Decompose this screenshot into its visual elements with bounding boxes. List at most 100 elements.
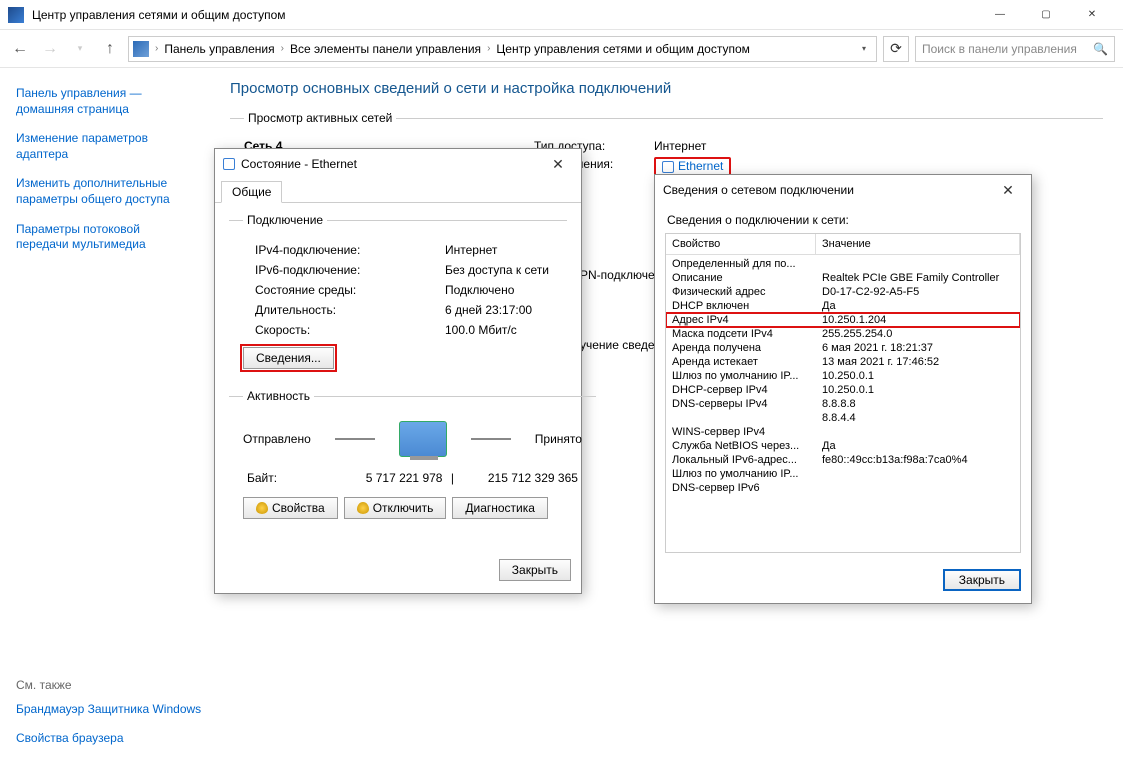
- col-value[interactable]: Значение: [816, 234, 1020, 254]
- details-close-button[interactable]: Закрыть: [943, 569, 1021, 591]
- value-cell: fe80::49cc:b13a:f98a:7ca0%4: [822, 454, 1014, 466]
- media-state-label: Состояние среды:: [255, 283, 445, 297]
- ipv6-value: Без доступа к сети: [445, 263, 549, 277]
- search-input[interactable]: Поиск в панели управления 🔍: [915, 36, 1115, 62]
- property-cell: WINS-сервер IPv4: [672, 426, 822, 438]
- table-row[interactable]: Служба NetBIOS через...Да: [666, 439, 1020, 453]
- search-icon: 🔍: [1093, 42, 1108, 56]
- status-close-icon[interactable]: ✕: [543, 156, 573, 173]
- table-row[interactable]: Определенный для по...: [666, 257, 1020, 271]
- sidebar-item-adapter-settings[interactable]: Изменение параметров адаптера: [16, 131, 194, 162]
- properties-button[interactable]: Свойства: [243, 497, 338, 519]
- tab-general[interactable]: Общие: [221, 181, 282, 203]
- details-button[interactable]: Сведения...: [243, 347, 334, 369]
- table-row[interactable]: Шлюз по умолчанию IP...10.250.0.1: [666, 369, 1020, 383]
- table-row[interactable]: Адрес IPv410.250.1.204: [666, 313, 1020, 327]
- sidebar-item-home[interactable]: Панель управления — домашняя страница: [16, 86, 194, 117]
- table-row[interactable]: DNS-сервер IPv6: [666, 481, 1020, 495]
- table-row[interactable]: DNS-серверы IPv48.8.8.8: [666, 397, 1020, 411]
- value-cell: 10.250.1.204: [822, 314, 1014, 326]
- property-cell: Адрес IPv4: [672, 314, 822, 326]
- disable-button[interactable]: Отключить: [344, 497, 447, 519]
- property-cell: Описание: [672, 272, 822, 284]
- table-row[interactable]: WINS-сервер IPv4: [666, 425, 1020, 439]
- control-panel-icon: [133, 41, 149, 57]
- property-cell: Шлюз по умолчанию IP...: [672, 370, 822, 382]
- speed-label: Скорость:: [255, 323, 445, 337]
- maximize-button[interactable]: ▢: [1023, 0, 1069, 30]
- value-cell: 255.255.254.0: [822, 328, 1014, 340]
- value-cell: Realtek PCIe GBE Family Controller: [822, 272, 1014, 284]
- value-cell: [822, 482, 1014, 494]
- sidebar-item-media-streaming[interactable]: Параметры потоковой передачи мультимедиа: [16, 222, 194, 253]
- ethernet-link-label[interactable]: Ethernet: [678, 159, 723, 175]
- details-caption: Сведения о подключении к сети:: [655, 205, 1031, 227]
- see-also-browser-props[interactable]: Свойства браузера: [16, 731, 201, 747]
- table-row[interactable]: Аренда получена6 мая 2021 г. 18:21:37: [666, 341, 1020, 355]
- value-cell: [822, 426, 1014, 438]
- titlebar: Центр управления сетями и общим доступом…: [0, 0, 1123, 30]
- network-center-icon: [8, 7, 24, 23]
- status-close-button[interactable]: Закрыть: [499, 559, 571, 581]
- shield-icon: [357, 502, 369, 514]
- page-title: Просмотр основных сведений о сети и наст…: [230, 80, 1103, 97]
- value-cell: Да: [822, 440, 1014, 452]
- breadcrumb-item[interactable]: Все элементы панели управления: [290, 42, 481, 56]
- diagnostics-button[interactable]: Диагностика: [452, 497, 548, 519]
- sidebar-item-advanced-sharing[interactable]: Изменить дополнительные параметры общего…: [16, 176, 194, 207]
- value-cell: [822, 468, 1014, 480]
- active-networks-legend: Просмотр активных сетей: [244, 111, 396, 125]
- property-cell: Маска подсети IPv4: [672, 328, 822, 340]
- value-cell: Да: [822, 300, 1014, 312]
- bytes-sent-value: 5 717 221 978: [327, 471, 442, 485]
- nav-back-button[interactable]: ←: [8, 37, 32, 61]
- ipv4-value: Интернет: [445, 243, 549, 257]
- search-placeholder: Поиск в панели управления: [922, 42, 1077, 56]
- table-row[interactable]: Шлюз по умолчанию IP...: [666, 467, 1020, 481]
- table-row[interactable]: DHCP включенДа: [666, 299, 1020, 313]
- speed-value: 100.0 Мбит/с: [445, 323, 549, 337]
- ipv6-label: IPv6-подключение:: [255, 263, 445, 277]
- duration-value: 6 дней 23:17:00: [445, 303, 549, 317]
- col-property[interactable]: Свойство: [666, 234, 816, 254]
- table-row[interactable]: Физический адресD0-17-C2-92-A5-F5: [666, 285, 1020, 299]
- table-row[interactable]: ОписаниеRealtek PCIe GBE Family Controll…: [666, 271, 1020, 285]
- table-row[interactable]: Локальный IPv6-адрес...fe80::49cc:b13a:f…: [666, 453, 1020, 467]
- details-table: Свойство Значение Определенный для по...…: [665, 233, 1021, 553]
- see-also-firewall[interactable]: Брандмауэр Защитника Windows: [16, 702, 201, 718]
- duration-label: Длительность:: [255, 303, 445, 317]
- property-cell: Аренда истекает: [672, 356, 822, 368]
- details-dialog: Сведения о сетевом подключении ✕ Сведени…: [654, 174, 1032, 604]
- value-cell: D0-17-C2-92-A5-F5: [822, 286, 1014, 298]
- breadcrumb[interactable]: › Панель управления › Все элементы панел…: [128, 36, 877, 62]
- value-cell: 6 мая 2021 г. 18:21:37: [822, 342, 1014, 354]
- breadcrumb-item[interactable]: Центр управления сетями и общим доступом: [496, 42, 750, 56]
- value-cell: 10.250.0.1: [822, 384, 1014, 396]
- media-state-value: Подключено: [445, 283, 549, 297]
- value-cell: [822, 258, 1014, 270]
- received-label: Принято: [535, 432, 582, 446]
- shield-icon: [256, 502, 268, 514]
- activity-line-icon: [335, 438, 375, 440]
- nav-up-button[interactable]: ↑: [98, 37, 122, 61]
- table-row[interactable]: DHCP-сервер IPv410.250.0.1: [666, 383, 1020, 397]
- status-dialog: Состояние - Ethernet ✕ Общие Подключение…: [214, 148, 582, 594]
- property-cell: Определенный для по...: [672, 258, 822, 270]
- table-row[interactable]: Аренда истекает13 мая 2021 г. 17:46:52: [666, 355, 1020, 369]
- minimize-button[interactable]: —: [977, 0, 1023, 30]
- details-close-icon[interactable]: ✕: [993, 182, 1023, 199]
- bytes-recv-value: 215 712 329 365: [462, 471, 577, 485]
- value-cell: 8.8.8.8: [822, 398, 1014, 410]
- nav-history-dropdown[interactable]: ▾: [68, 37, 92, 61]
- refresh-button[interactable]: ⟳: [883, 36, 909, 62]
- details-dialog-title: Сведения о сетевом подключении: [663, 183, 854, 197]
- property-cell: Служба NetBIOS через...: [672, 440, 822, 452]
- breadcrumb-item[interactable]: Панель управления: [164, 42, 274, 56]
- table-row[interactable]: 8.8.4.4: [666, 411, 1020, 425]
- close-button[interactable]: ✕: [1069, 0, 1115, 30]
- breadcrumb-dropdown-icon[interactable]: ▾: [856, 44, 872, 53]
- connection-legend: Подключение: [243, 213, 327, 227]
- nav-forward-button[interactable]: →: [38, 37, 62, 61]
- table-row[interactable]: Маска подсети IPv4255.255.254.0: [666, 327, 1020, 341]
- property-cell: DHCP включен: [672, 300, 822, 312]
